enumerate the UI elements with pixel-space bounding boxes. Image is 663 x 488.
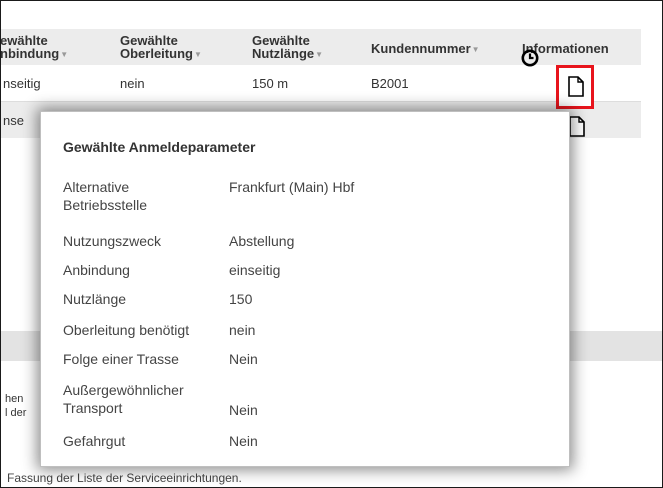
background-text: hen	[5, 393, 24, 405]
popup-title: Gewählte Anmeldeparameter	[63, 139, 256, 155]
header-kundennummer[interactable]: Kundennummer▼	[371, 42, 480, 56]
header-anbindung[interactable]: ewählte nbindung▼	[1, 34, 69, 61]
sort-icon: ▼	[315, 50, 324, 59]
param-value: Nein	[229, 351, 258, 367]
param-label: Folge einer Trasse	[63, 351, 179, 367]
cell-anbindung: nse	[3, 113, 24, 128]
sort-icon: ▼	[193, 50, 202, 59]
param-value: Nein	[229, 433, 258, 449]
info-document-button[interactable]	[556, 65, 594, 109]
param-label: Nutzlänge	[63, 291, 127, 307]
header-oberleitung[interactable]: Gewählte Oberleitung▼	[120, 34, 202, 61]
header-nutzlaenge[interactable]: Gewählte Nutzlänge▼	[252, 34, 323, 61]
param-label: Anbindung	[63, 262, 130, 278]
param-label: Oberleitung benötigt	[63, 322, 190, 338]
document-icon[interactable]	[569, 116, 585, 137]
param-value: einseitig	[229, 262, 281, 278]
cell-anbindung: nseitig	[3, 76, 41, 91]
cell-kundennummer: B2001	[371, 76, 409, 91]
footer-text: Fassung der Liste der Serviceeinrichtung…	[7, 471, 242, 485]
param-value: nein	[229, 322, 256, 338]
parameter-tooltip: Gewählte Anmeldeparameter Alternative Be…	[40, 111, 570, 467]
sort-icon: ▼	[60, 50, 69, 59]
param-label: Alternative Betriebsstelle	[63, 179, 148, 213]
param-value: Frankfurt (Main) Hbf	[229, 179, 355, 195]
sort-icon: ▼	[471, 45, 480, 54]
table-header: ewählte nbindung▼ Gewählte Oberleitung▼ …	[1, 29, 641, 65]
cell-nutzlaenge: 150 m	[252, 76, 289, 91]
table-row[interactable]: nseitig nein 150 m B2001	[1, 65, 641, 102]
param-label: Außergewöhnlicher Transport	[63, 382, 184, 416]
app-window: ewählte nbindung▼ Gewählte Oberleitung▼ …	[0, 0, 663, 488]
document-icon	[568, 76, 584, 97]
param-value: Abstellung	[229, 233, 295, 249]
cell-oberleitung: nein	[120, 76, 145, 91]
param-label: Gefahrgut	[63, 433, 126, 449]
param-value: Nein	[229, 402, 258, 418]
clock-icon[interactable]	[521, 49, 539, 67]
param-label: Nutzungszweck	[63, 233, 162, 249]
background-text: l der	[5, 407, 27, 419]
param-value: 150	[229, 291, 253, 307]
